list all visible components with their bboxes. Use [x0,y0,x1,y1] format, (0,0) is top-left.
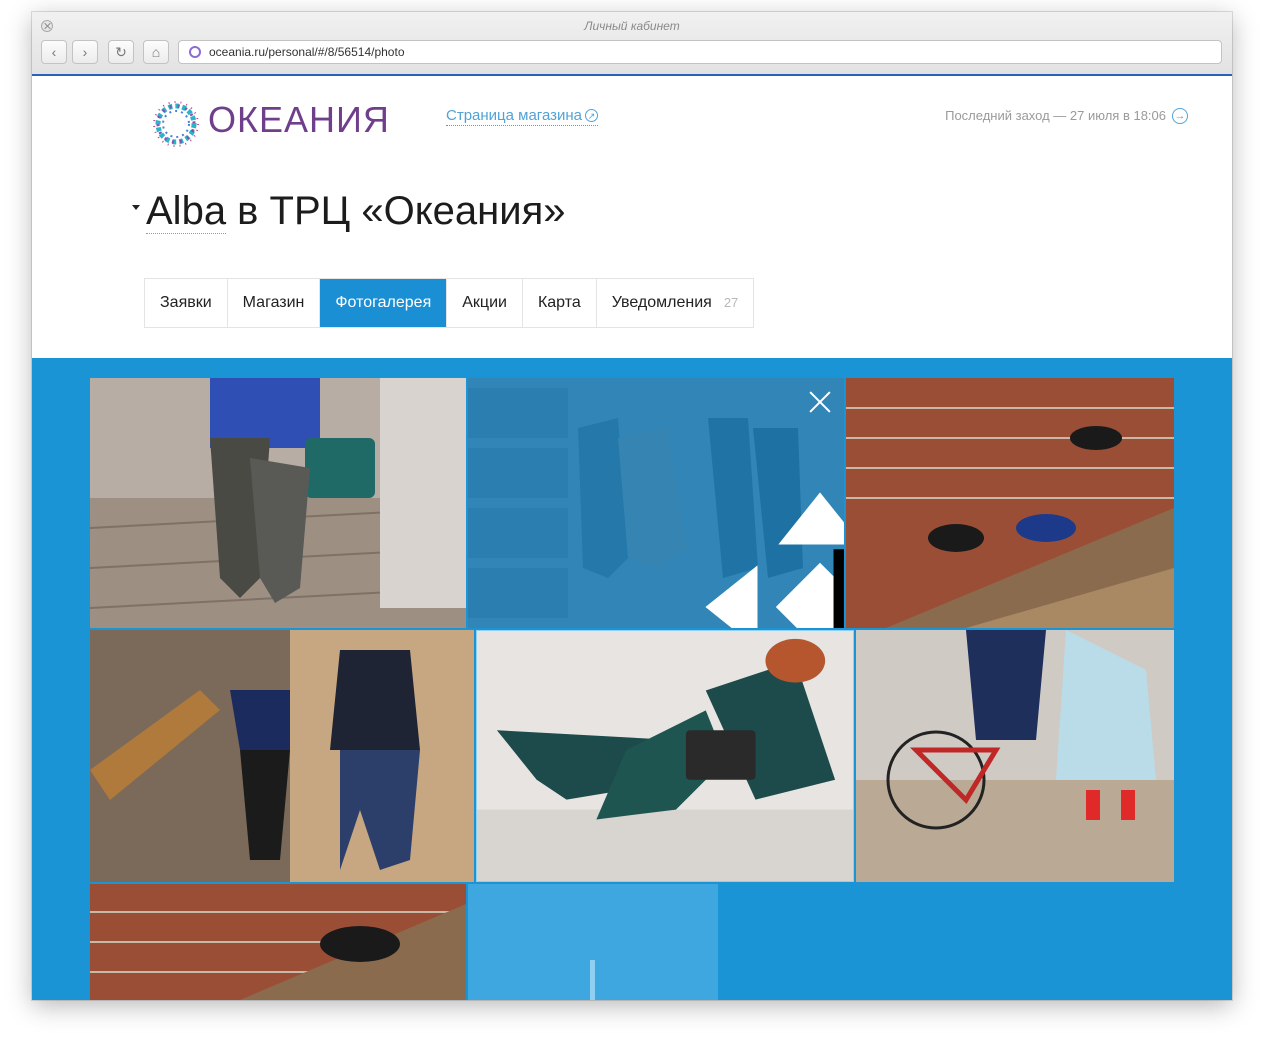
tab-photo-gallery[interactable]: Фотогалерея [320,279,448,327]
section-tabs: Заявки Магазин Фотогалерея Акции Карта У… [144,278,755,328]
drop-indicator [590,960,595,1000]
home-button[interactable]: ⌂ [143,40,169,64]
store-page-link[interactable]: Страница магазина ↗ [446,107,599,126]
hand-cursor-icon [833,549,844,628]
logout-arrow-icon[interactable]: → [1172,108,1188,124]
store-dropdown-caret-icon[interactable] [132,205,140,210]
window-title: Личный кабинет [584,19,680,33]
last-visit-info: Последний заход — 27 июля в 18:06 → [945,108,1188,124]
tab-notifications-label: Уведомления [611,294,712,311]
tab-map[interactable]: Карта [523,279,597,327]
photo-green-boots[interactable] [476,630,854,882]
address-bar[interactable]: oceania.ru/personal/#/8/56514/photo [178,40,1222,64]
tab-promotions[interactable]: Акции [447,279,523,327]
url-text: oceania.ru/personal/#/8/56514/photo [209,45,405,59]
browser-window: Личный кабинет ‹ › ↻ ⌂ oceania.ru/person… [32,12,1232,1000]
external-arrow-icon: ↗ [585,109,599,122]
photo-couple-staircase[interactable] [90,630,474,882]
photo-shoes-brick-stairs-2[interactable] [90,884,466,1000]
notifications-count-badge: 27 [723,295,739,310]
photo-boots-bench[interactable] [90,378,466,628]
tab-requests[interactable]: Заявки [145,279,228,327]
photo-bicycle-couple[interactable] [856,630,1174,882]
site-favicon-icon [189,46,201,58]
tab-store[interactable]: Магазин [228,279,321,327]
store-page-link-label: Страница магазина [446,107,583,124]
reload-button[interactable]: ↻ [108,40,134,64]
store-title: Alba в ТРЦ «Океания» [132,186,566,236]
tab-notifications[interactable]: Уведомления 27 [597,279,754,327]
toolbar-accent-line [32,74,1232,76]
back-button[interactable]: ‹ [41,40,67,64]
drop-placeholder[interactable] [468,884,718,1000]
browser-toolbar: Личный кабинет ‹ › ↻ ⌂ oceania.ru/person… [32,12,1232,75]
photo-shoes-brick-stairs[interactable] [846,378,1174,628]
store-title-rest: в ТРЦ «Океания» [226,189,566,233]
logo-ring-icon [153,101,199,147]
forward-button[interactable]: › [72,40,98,64]
last-visit-text: Последний заход — 27 июля в 18:06 [945,108,1166,123]
store-selector[interactable]: Alba [146,189,227,234]
logo-text: ОКЕАНИЯ [208,99,390,140]
photo-shoes-drawers[interactable] [468,378,844,628]
close-icon[interactable] [808,390,832,414]
photo-gallery [32,358,1232,1000]
oceania-logo[interactable]: ОКЕАНИЯ [150,92,390,156]
